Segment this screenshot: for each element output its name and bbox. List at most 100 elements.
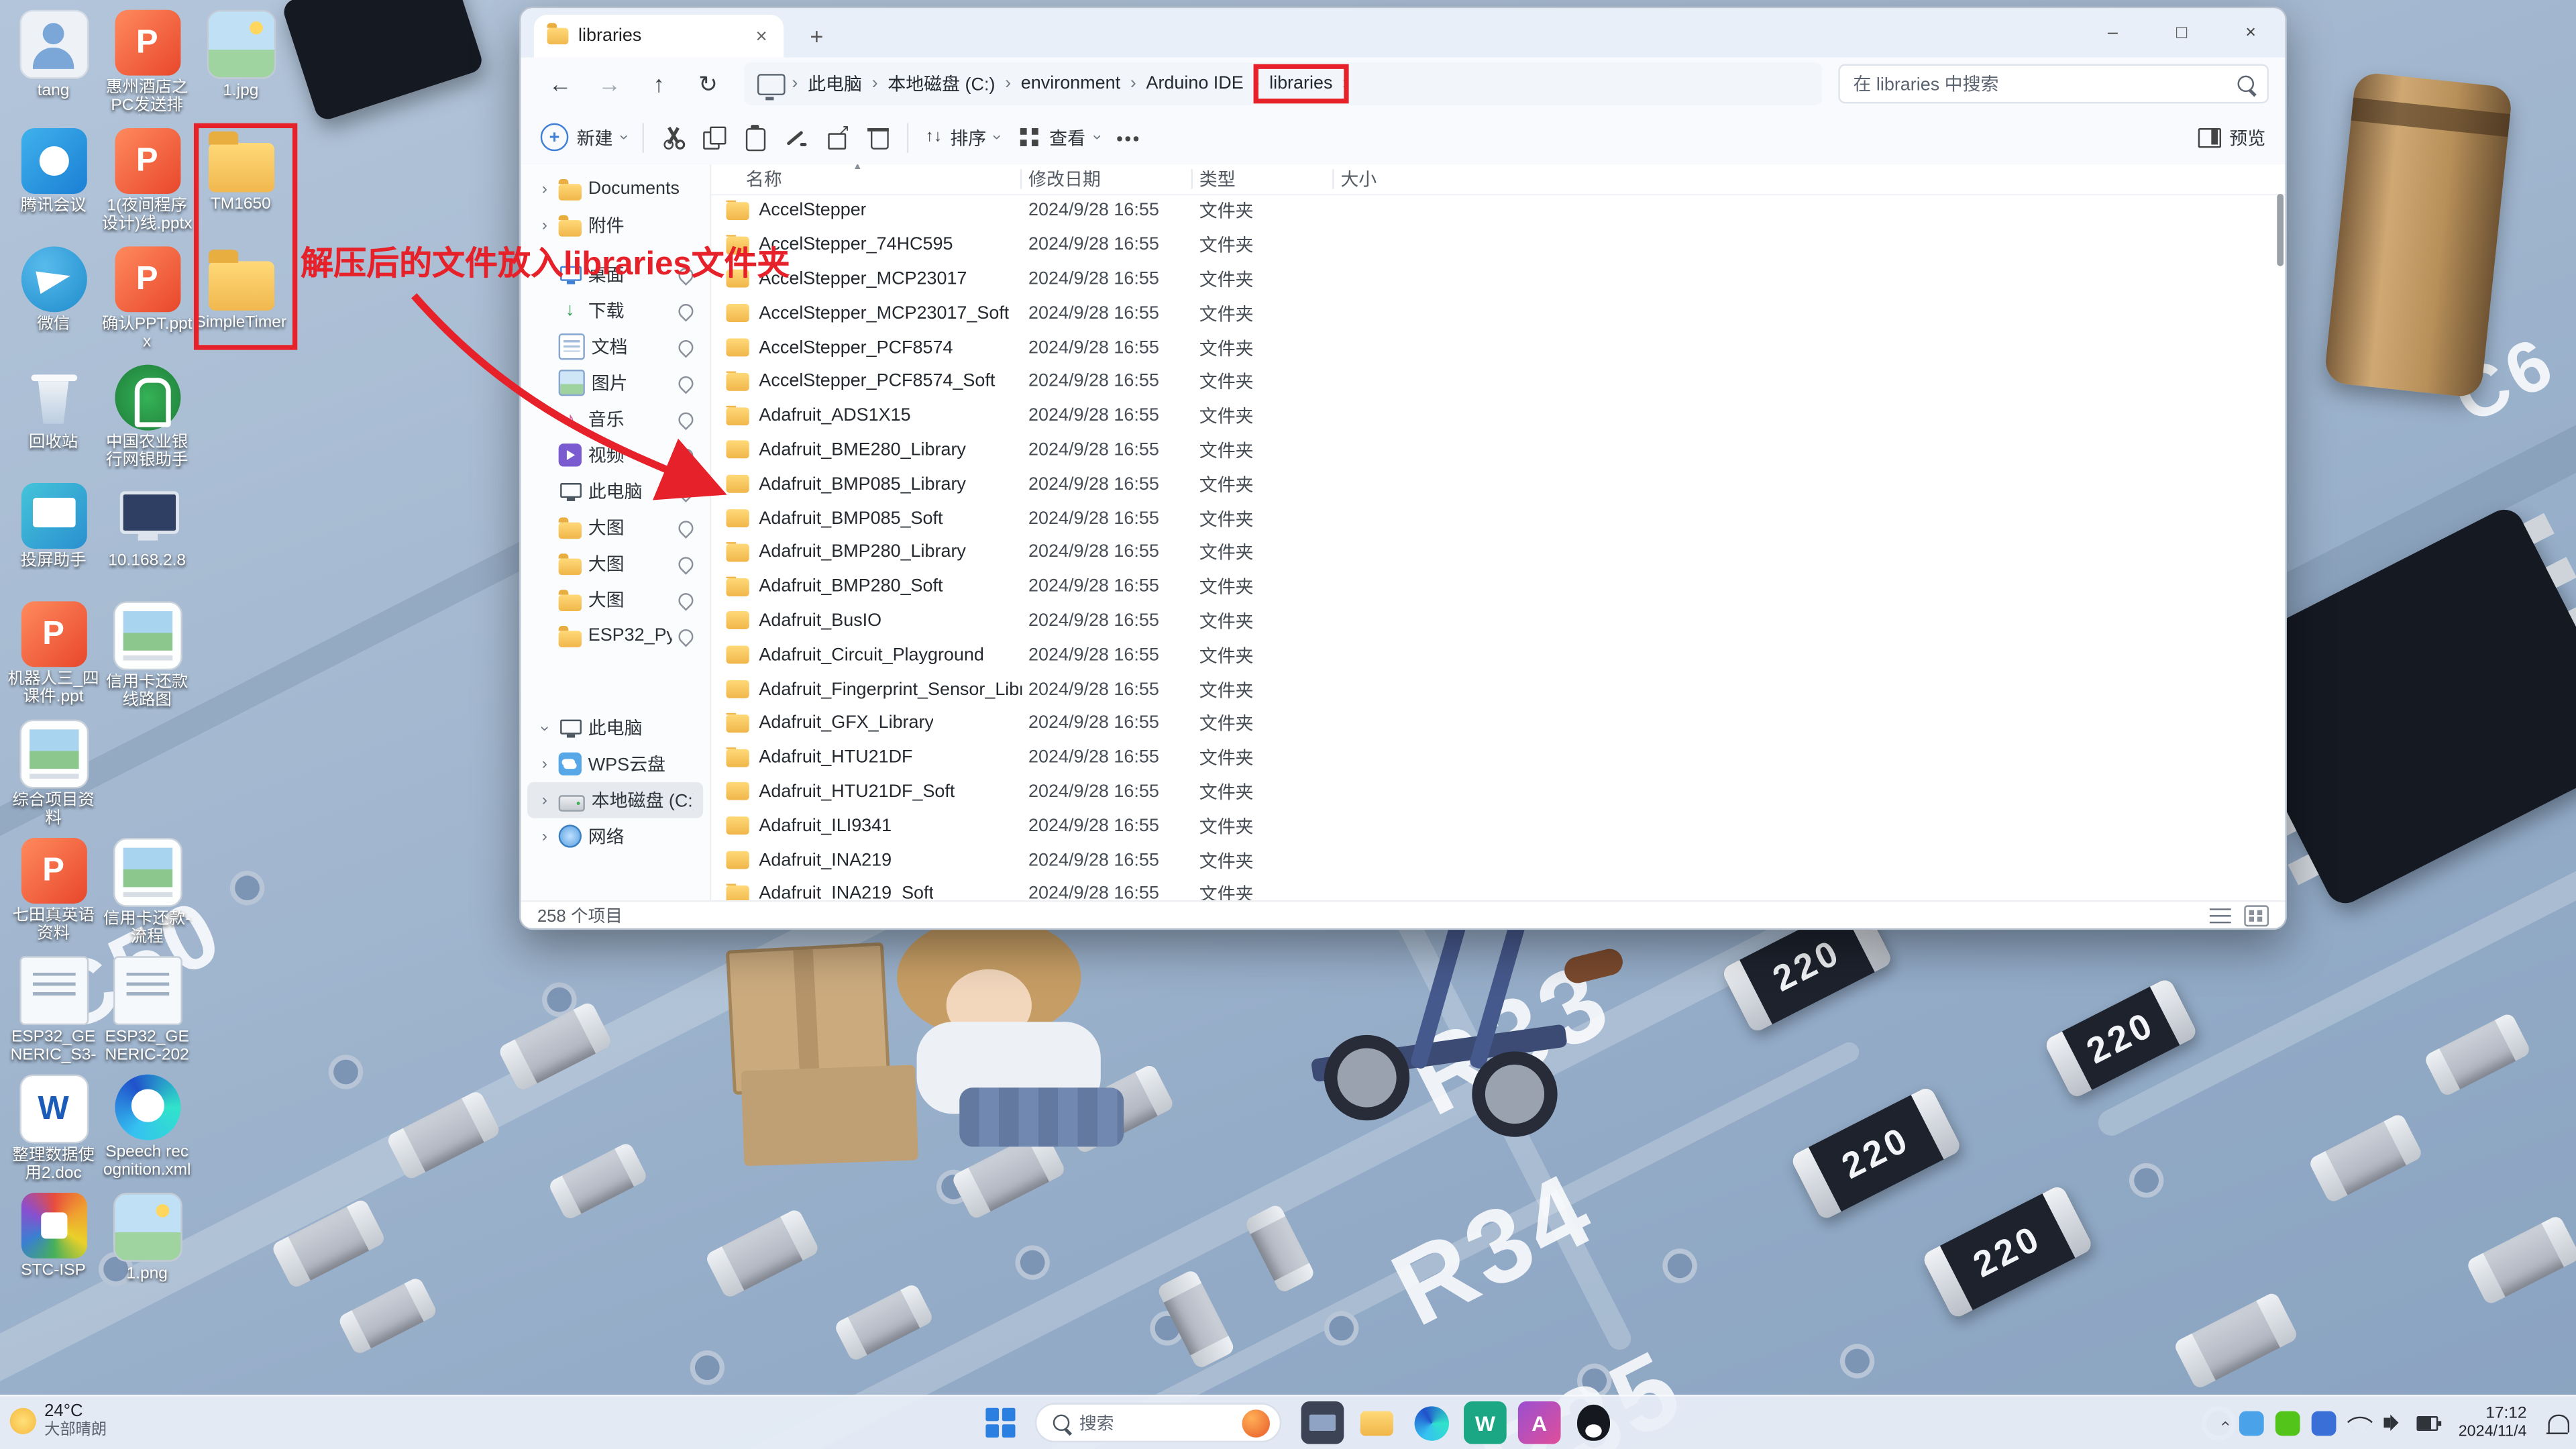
sidebar-item[interactable]: › WPS云盘 <box>527 746 703 782</box>
desktop-icon[interactable]: 中国农业银行网银助手 <box>100 362 194 480</box>
file-row[interactable]: Adafruit_Circuit_Playground 2024/9/28 16… <box>711 638 2269 672</box>
sidebar-item[interactable]: 音乐 <box>527 401 703 437</box>
desktop-icon[interactable]: 机器人三_四 课件.ppt <box>7 598 101 716</box>
view-button[interactable]: 查看 › <box>1016 124 1099 150</box>
desktop-icon[interactable]: 综合项目资料 <box>7 716 101 835</box>
desktop-icon[interactable]: 微信 <box>7 243 101 361</box>
file-row[interactable]: Adafruit_HTU21DF_Soft 2024/9/28 16:55 文件… <box>711 775 2269 809</box>
desktop-icon[interactable]: 信用卡还款线路图 <box>100 598 194 716</box>
file-row[interactable]: Adafruit_BusIO 2024/9/28 16:55 文件夹 <box>711 604 2269 638</box>
thumbnails-view-icon[interactable] <box>2244 904 2269 926</box>
breadcrumb-item[interactable]: libraries <box>1263 70 1339 97</box>
file-row[interactable]: Adafruit_ILI9341 2024/9/28 16:55 文件夹 <box>711 809 2269 843</box>
refresh-button[interactable]: ↻ <box>685 64 731 104</box>
chevron-icon[interactable]: › <box>535 720 553 735</box>
tab-close-icon[interactable]: × <box>753 25 771 48</box>
cut-icon[interactable] <box>661 125 686 150</box>
file-row[interactable]: Adafruit_BME280_Library 2024/9/28 16:55 … <box>711 433 2269 467</box>
tray-wechat-icon[interactable] <box>2276 1410 2301 1435</box>
column-header-size[interactable]: 大小 <box>1340 166 1377 192</box>
taskbar-search[interactable]: 搜索 <box>1035 1403 1281 1442</box>
desktop-icon[interactable]: STC-ISP <box>7 1189 101 1307</box>
chevron-right-icon[interactable]: › <box>537 180 552 198</box>
file-row[interactable]: Adafruit_INA219_Soft 2024/9/28 16:55 文件夹 <box>711 877 2269 900</box>
column-header-name[interactable]: 名称 <box>746 166 782 192</box>
file-row[interactable]: Adafruit_GFX_Library 2024/9/28 16:55 文件夹 <box>711 706 2269 741</box>
file-row[interactable]: AccelStepper_74HC595 2024/9/28 16:55 文件夹 <box>711 228 2269 262</box>
tab-libraries[interactable]: libraries × <box>534 15 784 58</box>
taskbar-app-file-explorer[interactable] <box>1355 1401 1398 1444</box>
desktop-icon[interactable]: 1.png <box>100 1189 194 1307</box>
file-row[interactable]: Adafruit_BMP280_Library 2024/9/28 16:55 … <box>711 535 2269 570</box>
maximize-button[interactable]: □ <box>2147 8 2216 57</box>
paste-icon[interactable] <box>743 125 768 150</box>
file-row[interactable]: AccelStepper_MCP23017_Soft 2024/9/28 16:… <box>711 297 2269 331</box>
sidebar-item[interactable]: 视频 <box>527 437 703 473</box>
rename-icon[interactable] <box>784 125 809 150</box>
desktop-icon[interactable]: ESP32_GENERIC_S3-SPI... <box>7 953 101 1071</box>
chevron-right-icon[interactable]: › <box>537 216 552 234</box>
tray-app-icon[interactable] <box>2312 1410 2337 1435</box>
desktop-icon[interactable]: ESP32_GENERIC-20240... <box>100 953 194 1071</box>
start-button[interactable] <box>985 1408 1015 1438</box>
desktop-icon[interactable]: 信用卡还款-流程 <box>100 835 194 953</box>
breadcrumb[interactable]: › 此电脑 › 本地磁盘 (C:) › <box>744 62 1822 105</box>
tray-expand-icon[interactable]: › <box>2216 1420 2235 1426</box>
desktop-icon[interactable]: 回收站 <box>7 362 101 480</box>
breadcrumb-item[interactable]: 此电脑 <box>801 67 868 100</box>
desktop-icon[interactable] <box>100 716 194 835</box>
sidebar-item[interactable]: › Documents <box>527 171 703 207</box>
preview-button[interactable]: 预览 <box>2196 124 2265 150</box>
notification-bell-icon[interactable] <box>2548 1413 2569 1432</box>
desktop-icon[interactable]: 腾讯会议 <box>7 125 101 243</box>
up-button[interactable]: ↑ <box>636 64 682 104</box>
sidebar-item[interactable]: 文档 <box>527 329 703 365</box>
volume-icon[interactable] <box>2383 1413 2406 1432</box>
forward-button[interactable]: → <box>586 64 633 104</box>
chevron-icon[interactable]: › <box>537 827 552 845</box>
desktop-icon[interactable]: 10.168.2.8 <box>100 480 194 598</box>
battery-icon[interactable] <box>2418 1413 2440 1432</box>
breadcrumb-item[interactable]: 本地磁盘 (C:) <box>881 67 1002 100</box>
back-button[interactable]: ← <box>537 64 584 104</box>
desktop-icon[interactable]: tang <box>7 7 101 125</box>
scrollbar-thumb[interactable] <box>2277 194 2284 266</box>
sidebar-item[interactable]: 大图 <box>527 582 703 618</box>
column-header-date[interactable]: 修改日期 <box>1028 166 1101 192</box>
tray-app-icon[interactable] <box>2240 1410 2265 1435</box>
taskbar-app-qq[interactable] <box>1572 1401 1615 1444</box>
desktop-icon[interactable]: 1.jpg <box>194 7 288 125</box>
file-row[interactable]: AccelStepper_MCP23017 2024/9/28 16:55 文件… <box>711 262 2269 297</box>
taskbar-app-a[interactable]: A <box>1518 1401 1561 1444</box>
file-row[interactable]: Adafruit_BMP280_Soft 2024/9/28 16:55 文件夹 <box>711 570 2269 604</box>
network-icon[interactable] <box>2349 1413 2371 1432</box>
sidebar-item[interactable]: 图片 <box>527 365 703 401</box>
sidebar-item[interactable]: 大图 <box>527 545 703 582</box>
file-row[interactable]: Adafruit_ADS1X15 2024/9/28 16:55 文件夹 <box>711 399 2269 433</box>
sidebar-item[interactable]: 大图 <box>527 509 703 545</box>
sidebar-item[interactable]: › 网络 <box>527 818 703 855</box>
file-row[interactable]: Adafruit_INA219 2024/9/28 16:55 文件夹 <box>711 843 2269 877</box>
file-row[interactable]: Adafruit_Fingerprint_Sensor_Library 2024… <box>711 672 2269 706</box>
new-button[interactable]: 新建 › <box>541 123 627 152</box>
chevron-icon[interactable]: › <box>537 791 552 809</box>
desktop-icon[interactable]: 七田真英语资料 <box>7 835 101 953</box>
taskbar-clock[interactable]: 17:12 2024/11/4 <box>2459 1405 2527 1441</box>
desktop-icon[interactable]: Speech recognition.xml <box>100 1071 194 1189</box>
details-view-icon[interactable] <box>2210 906 2231 924</box>
file-row[interactable]: Adafruit_HTU21DF 2024/9/28 16:55 文件夹 <box>711 741 2269 775</box>
file-row[interactable]: Adafruit_BMP085_Soft 2024/9/28 16:55 文件夹 <box>711 501 2269 535</box>
desktop-icon[interactable]: 整理数据使用2.doc <box>7 1071 101 1189</box>
desktop-icon[interactable]: 投屏助手 <box>7 480 101 598</box>
desktop-icon[interactable]: 1(夜间程序设计)线.pptx <box>100 125 194 243</box>
taskbar-weather[interactable]: 24°C 大部晴朗 <box>10 1401 107 1441</box>
sidebar-item[interactable]: › 此电脑 <box>527 710 703 746</box>
vertical-scrollbar[interactable] <box>2273 168 2284 897</box>
taskbar-app-edge[interactable] <box>1409 1401 1452 1444</box>
new-tab-button[interactable]: + <box>800 15 833 58</box>
breadcrumb-item[interactable]: environment <box>1014 70 1127 97</box>
delete-icon[interactable] <box>866 125 891 150</box>
minimize-button[interactable]: – <box>2078 8 2147 57</box>
taskbar-app-wps[interactable]: W <box>1464 1401 1507 1444</box>
breadcrumb-item[interactable]: Arduino IDE <box>1140 70 1250 97</box>
